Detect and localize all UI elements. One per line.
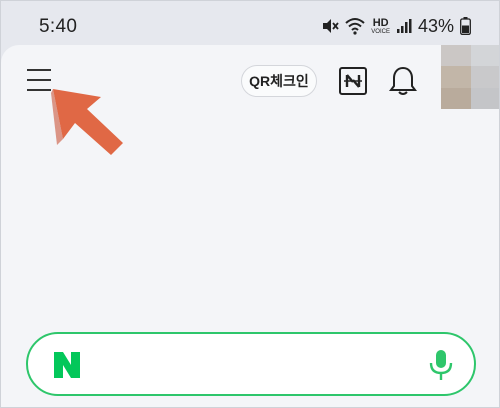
notifications-button[interactable] — [388, 65, 418, 97]
signal-icon — [396, 18, 412, 34]
profile-avatar[interactable] — [441, 45, 499, 109]
status-time: 5:40 — [39, 16, 78, 37]
hamburger-menu-icon — [27, 69, 51, 71]
phone-screen: 5:40 HD VOICE 43% QR체크인 — [0, 0, 500, 408]
bell-icon — [389, 66, 417, 95]
search-bar[interactable] — [26, 332, 476, 396]
naver-n-logo — [54, 352, 80, 378]
news-button[interactable] — [339, 67, 367, 95]
hd-label: HD — [372, 16, 389, 29]
app-home: QR체크인 — [1, 45, 499, 407]
battery-icon — [460, 17, 471, 35]
hd-voice-icon: HD VOICE — [371, 16, 390, 35]
microphone-icon[interactable] — [428, 348, 454, 382]
mute-icon — [321, 17, 339, 35]
qr-checkin-button[interactable]: QR체크인 — [241, 65, 317, 97]
status-icons: HD VOICE 43% — [321, 15, 471, 37]
battery-percent: 43% — [417, 15, 454, 36]
wifi-icon — [345, 17, 365, 35]
voice-label: VOICE — [371, 28, 390, 35]
n-news-icon — [339, 67, 367, 95]
status-bar: 5:40 HD VOICE 43% — [1, 1, 499, 47]
arrow-pointer-icon — [51, 89, 123, 155]
